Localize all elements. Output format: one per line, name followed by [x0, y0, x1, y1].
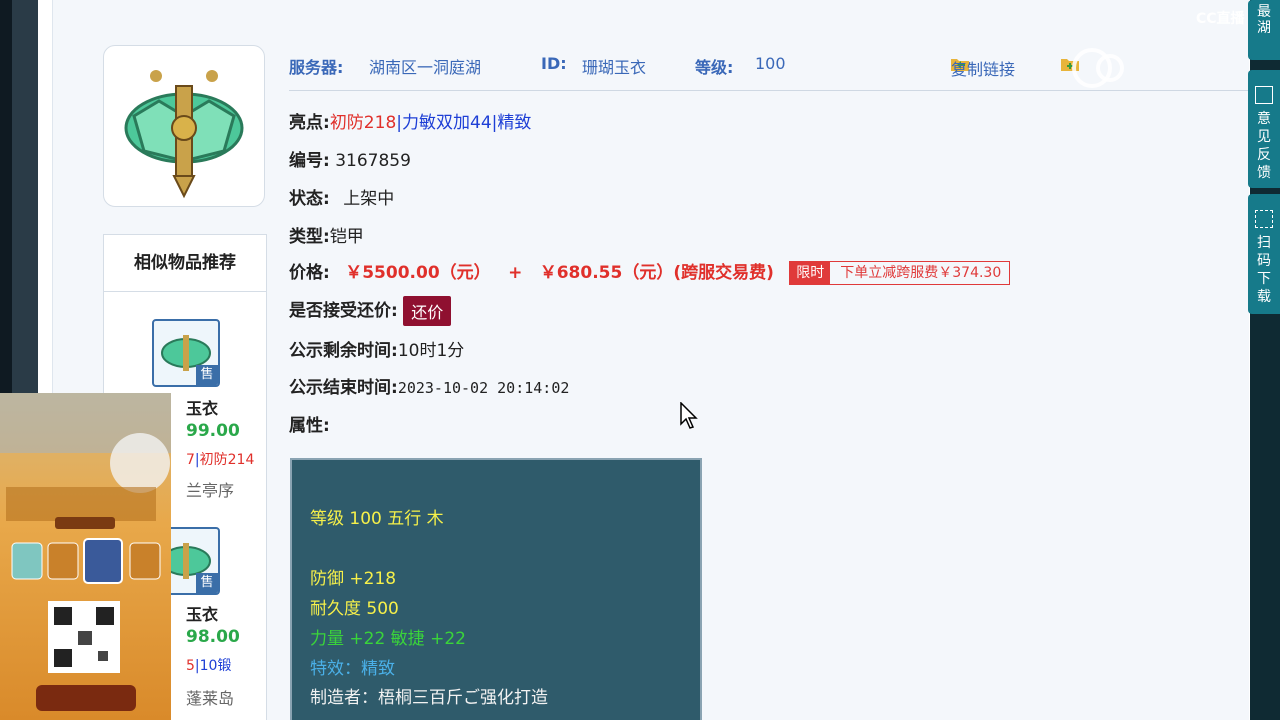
counter-offer-button[interactable]: 还价 [403, 296, 452, 326]
promo-artwork [0, 393, 171, 711]
remaining-time-row: 公示剩余时间:10时1分 [289, 336, 464, 361]
right-side-bar: 最湖 意见反馈 扫码下载 [1248, 0, 1280, 720]
limited-offer-badge: 限时 下单立减跨服费￥374.30 [789, 261, 1011, 285]
status-value: 上架中 [343, 189, 395, 209]
attributes-box: 等级 100 五行 木 防御 +218 耐久度 500 力量 +22 敏捷 +2… [290, 458, 702, 720]
copy-link-label: 复制链接 [951, 60, 1016, 79]
similar-item-server: 蓬莱岛 [186, 689, 235, 708]
attr-strength-agility: 力量 +22 敏捷 +22 [310, 629, 466, 649]
type-value: 铠甲 [329, 227, 364, 247]
attr-maker: 制造者：梧桐三百斤ご强化打造 [310, 688, 548, 708]
scan-icon [1255, 210, 1273, 228]
attr-special-effect: 特效：精致 [310, 659, 395, 679]
item-image [103, 45, 265, 207]
similar-item-name[interactable]: 玉衣 [186, 601, 218, 625]
cc-live-logo: CC直播 [1196, 11, 1245, 27]
type-row: 类型:铠甲 [289, 222, 364, 247]
limited-offer-text: 下单立减跨服费￥374.30 [840, 265, 1002, 281]
similar-item-price: 98.00 [186, 627, 240, 647]
edit-icon [1255, 86, 1273, 104]
armor-icon [124, 70, 244, 199]
mouse-cursor-icon [680, 401, 700, 434]
sell-badge: 售 [196, 573, 218, 593]
level-value: 100 [755, 54, 786, 73]
attr-defense: 防御 +218 [310, 569, 397, 589]
serial-row: 编号: 3167859 [289, 146, 411, 171]
similar-item-thumb[interactable]: 售 [152, 319, 220, 387]
cc-logo-icon [1072, 48, 1124, 88]
similar-item-tags: 7|初防214 [186, 452, 255, 468]
highlight-tag-defense: 初防218 [329, 113, 397, 133]
right-btn-top-label: 最湖 [1257, 4, 1271, 36]
counter-offer-label: 是否接受还价: [289, 301, 398, 321]
detail-panel: 服务器: 湖南区一洞庭湖 ID: 珊瑚玉衣 等级: 100 复制链接 亮点:初防… [52, 0, 1249, 720]
end-time-value: 2023-10-02 20:14:02 [397, 379, 570, 397]
status-label: 状态: [289, 189, 330, 209]
attributes-row: 属性: [289, 411, 330, 436]
header-divider [289, 90, 1249, 91]
attributes-label: 属性: [289, 416, 330, 436]
attr-level-element: 等级 100 五行 木 [310, 509, 444, 529]
price-label: 价格: [289, 263, 330, 283]
highlight-label: 亮点: [289, 113, 330, 133]
similar-item-tag: 10锻 [199, 658, 232, 674]
feedback-label: 意见反馈 [1257, 111, 1271, 181]
highlight-tag-effect: 精致 [497, 113, 532, 133]
remaining-time-label: 公示剩余时间: [289, 341, 398, 361]
right-btn-top[interactable]: 最湖 [1248, 0, 1280, 60]
sell-badge: 售 [196, 365, 218, 385]
similar-item-price: 99.00 [186, 421, 240, 441]
promo-banner-overlay[interactable] [0, 393, 171, 720]
highlight-tag-stats: 力敏双加44 [402, 113, 492, 133]
price-value: ￥5500.00（元） [345, 263, 491, 283]
item-detail-page: 服务器: 湖南区一洞庭湖 ID: 珊瑚玉衣 等级: 100 复制链接 亮点:初防… [38, 0, 1250, 720]
status-row: 状态: 上架中 [289, 184, 394, 209]
attr-durability: 耐久度 500 [310, 599, 399, 619]
serial-label: 编号: [289, 151, 330, 171]
id-label: ID: [541, 54, 567, 73]
feedback-button[interactable]: 意见反馈 [1248, 70, 1280, 188]
similar-item-tags: 5|10锻 [186, 658, 232, 674]
counter-offer-row: 是否接受还价: 还价 [289, 296, 452, 326]
level-label: 等级: [695, 58, 734, 77]
scan-download-button[interactable]: 扫码下载 [1248, 194, 1280, 314]
server-value: 湖南区一洞庭湖 [369, 58, 482, 77]
highlight-row: 亮点:初防218|力敏双加44|精致 [289, 108, 531, 133]
similar-item-tag: 初防214 [199, 452, 255, 468]
id-value: 珊瑚玉衣 [582, 58, 647, 77]
remaining-time-value: 10时1分 [397, 341, 465, 361]
live-watermark [1070, 46, 1250, 90]
limited-tag: 限时 [790, 262, 831, 284]
price-plus: + [508, 263, 523, 283]
server-label: 服务器: [289, 58, 344, 77]
similar-item-tag: 7 [186, 452, 195, 468]
end-time-row: 公示结束时间:2023-10-02 20:14:02 [289, 373, 569, 398]
serial-value: 3167859 [335, 151, 411, 171]
similar-item-name[interactable]: 玉衣 [186, 395, 218, 419]
similar-item-server: 兰亭序 [186, 481, 235, 500]
similar-item-tag: 5 [186, 658, 195, 674]
type-label: 类型: [289, 227, 330, 247]
cross-server-fee: ￥680.55（元）(跨服交易费) [539, 263, 774, 283]
end-time-label: 公示结束时间: [289, 378, 398, 398]
similar-items-title: 相似物品推荐 [104, 235, 266, 292]
scan-download-label: 扫码下载 [1257, 235, 1271, 305]
price-row: 价格: ￥5500.00（元） + ￥680.55（元）(跨服交易费) 限时 下单… [289, 258, 1011, 285]
